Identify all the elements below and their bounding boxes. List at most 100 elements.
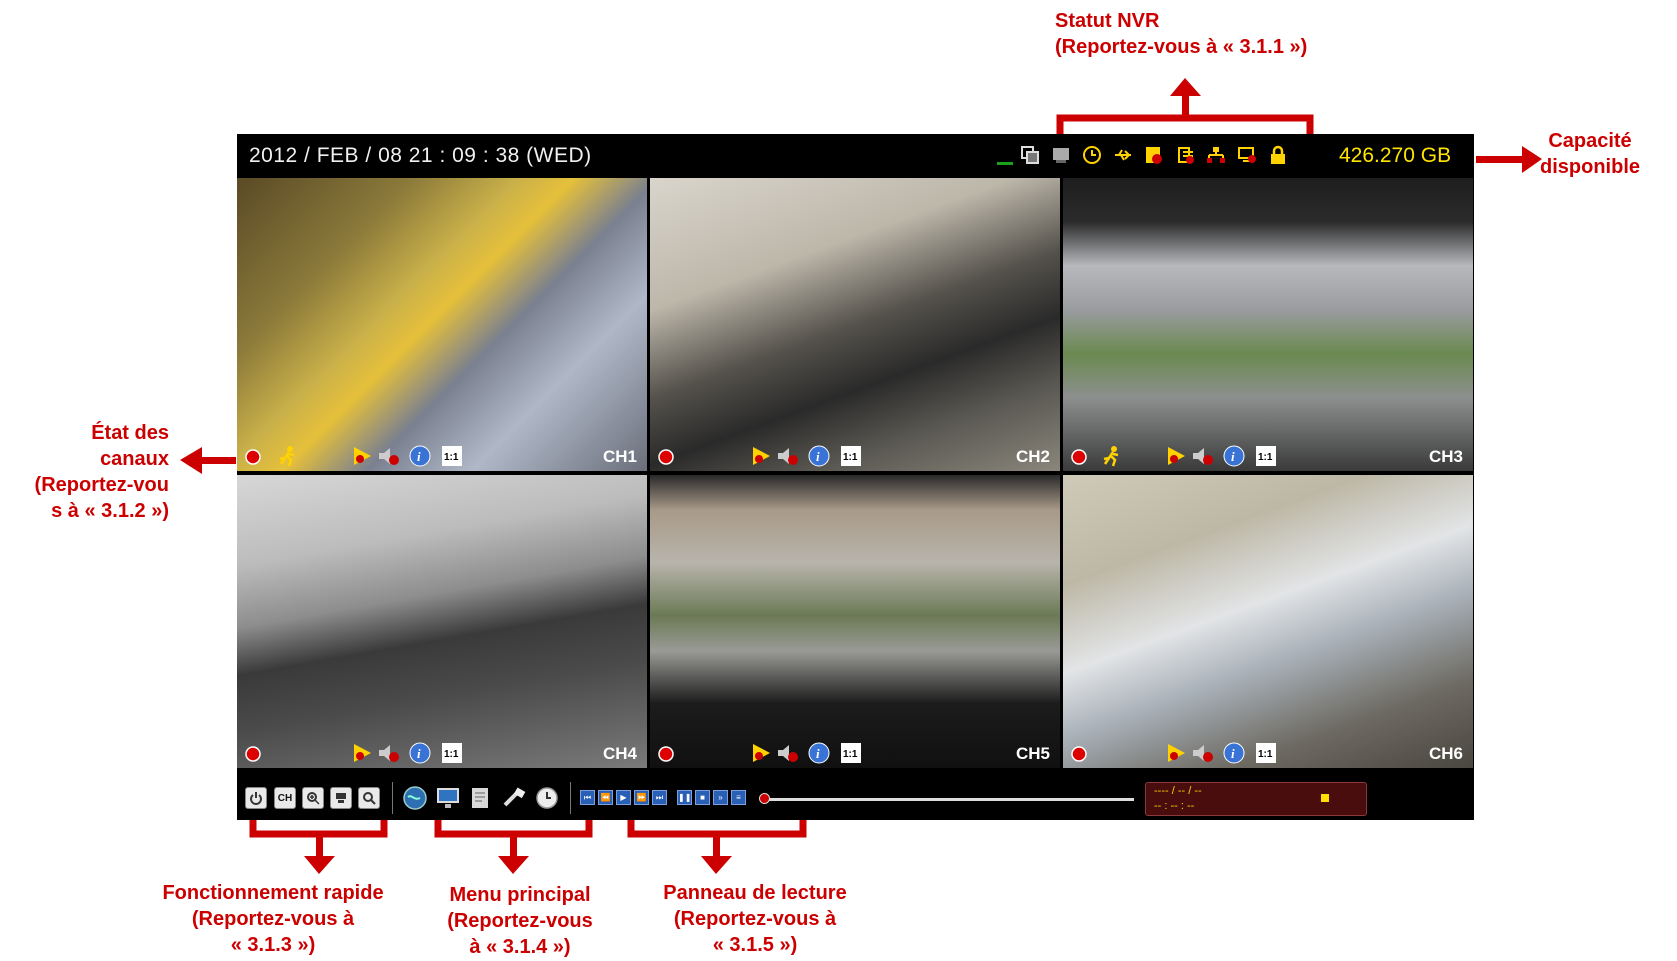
lock-icon[interactable]	[1267, 144, 1289, 166]
channel-2-view[interactable]: i 1:1 CH2	[650, 178, 1060, 471]
nvr-status-icons	[1019, 144, 1289, 166]
ratio-icon: 1:1	[841, 743, 861, 763]
slow-button[interactable]: »	[713, 790, 728, 805]
playback-time-box: ---- / -- / -- -- : -- : --	[1145, 782, 1367, 816]
camera-icon	[336, 793, 346, 803]
stop-icon: ■	[700, 793, 705, 802]
display-menu-button[interactable]	[435, 785, 461, 811]
channel-status-icons: i 1:1	[1069, 742, 1369, 764]
quick-op-arrowhead	[304, 856, 335, 874]
svg-text:1:1: 1:1	[1258, 749, 1273, 760]
slow-icon: »	[718, 793, 723, 802]
record-icon[interactable]	[1143, 144, 1165, 166]
hdd-icon[interactable]	[1050, 144, 1072, 166]
fast-forward-button[interactable]: ⏩	[634, 790, 649, 805]
annotation-capacity: Capacité disponible	[1540, 130, 1640, 178]
nvr-screen: 2012 / FEB / 08 21 : 09 : 38 (WED) 426.2…	[237, 134, 1474, 820]
info-icon: i	[1223, 445, 1245, 467]
skip-forward-icon: ⏭	[655, 793, 664, 802]
record-dot-icon	[245, 746, 261, 762]
channel-5-view[interactable]: i 1:1 CH5	[650, 475, 1060, 768]
channel-4-view[interactable]: i 1:1 CH4	[237, 475, 647, 768]
audio-icon	[778, 448, 798, 465]
search-button[interactable]	[358, 787, 380, 809]
channel-button[interactable]: CH	[274, 787, 296, 809]
channel-label: CH6	[1428, 744, 1463, 763]
audio-icon	[778, 745, 798, 762]
channel-label: CH1	[602, 447, 637, 466]
divider	[392, 782, 393, 814]
svg-text:1:1: 1:1	[444, 452, 459, 463]
power-button[interactable]	[245, 787, 267, 809]
record-menu-button[interactable]	[468, 785, 494, 811]
capacity-arrowhead	[1522, 146, 1542, 173]
pause-icon: ❚❚	[678, 793, 692, 802]
channel-label: CH3	[1428, 447, 1463, 466]
system-time-button[interactable]	[534, 785, 560, 811]
playback-arrowhead	[701, 856, 732, 874]
playback-icon	[1168, 447, 1185, 465]
info-icon: i	[1223, 742, 1245, 764]
ratio-icon: 1:1	[442, 743, 462, 763]
camera-feed-image	[237, 475, 647, 768]
main-menu-button[interactable]	[402, 785, 428, 811]
info-icon: i	[409, 445, 431, 467]
record-dot-icon	[245, 449, 261, 465]
skip-back-button[interactable]: ⏮	[580, 790, 595, 805]
tools-menu-button[interactable]	[501, 785, 527, 811]
audio-icon	[379, 448, 399, 465]
audio-icon	[379, 745, 399, 762]
pause-button[interactable]: ❚❚	[677, 790, 692, 805]
motion-icon	[1103, 446, 1119, 467]
record-dot-icon	[1071, 449, 1087, 465]
playback-icon	[753, 744, 770, 762]
network-icon[interactable]	[1174, 144, 1196, 166]
backup-icon[interactable]	[1236, 144, 1258, 166]
annotation-playback-panel: Panneau de lecture (Reportez-vous à « 3.…	[663, 882, 847, 956]
camera-feed-image	[237, 178, 647, 471]
svg-text:1:1: 1:1	[444, 749, 459, 760]
quick-search-button[interactable]: ≡	[731, 790, 746, 805]
svg-text:i: i	[816, 449, 820, 464]
ptz-button[interactable]	[330, 787, 352, 809]
zoom-icon	[307, 792, 320, 805]
globe-icon	[403, 786, 427, 810]
channel-1-view[interactable]: i 1:1 CH1	[237, 178, 647, 471]
power-icon	[250, 792, 262, 805]
svg-text:i: i	[1231, 746, 1235, 761]
playback-time: -- : -- : --	[1154, 800, 1195, 812]
audio-icon	[1193, 448, 1213, 465]
channel-6-view[interactable]: i 1:1 CH6	[1063, 475, 1473, 768]
nvr-status-arrowhead	[1170, 78, 1201, 96]
zoom-button[interactable]	[302, 787, 324, 809]
play-icon: ▶	[620, 793, 627, 802]
lan-icon[interactable]	[1205, 144, 1227, 166]
audio-icon	[1193, 745, 1213, 762]
timeline-slider-handle[interactable]	[759, 793, 770, 804]
window-icon[interactable]	[1019, 144, 1041, 166]
document-icon	[472, 788, 488, 808]
playback-icon	[354, 744, 371, 762]
motion-icon	[279, 446, 295, 467]
main-menu-arrowhead	[498, 856, 529, 874]
stop-button[interactable]: ■	[695, 790, 710, 805]
camera-feed-image	[650, 475, 1060, 768]
play-button[interactable]: ▶	[616, 790, 631, 805]
fast-forward-icon: ⏩	[636, 793, 647, 802]
skip-forward-button[interactable]: ⏭	[652, 790, 667, 805]
playback-timeline[interactable]	[764, 798, 1134, 801]
rewind-icon: ⏪	[600, 793, 611, 802]
tools-icon	[503, 787, 526, 807]
info-icon: i	[409, 742, 431, 764]
info-icon: i	[808, 445, 830, 467]
channel-3-view[interactable]: i 1:1 CH3	[1063, 178, 1473, 471]
usb-icon[interactable]	[1112, 144, 1134, 166]
record-dot-icon	[658, 746, 674, 762]
ratio-icon: 1:1	[1256, 446, 1276, 466]
channel-label: CH2	[1015, 447, 1050, 466]
rewind-button[interactable]: ⏪	[598, 790, 613, 805]
svg-text:i: i	[417, 449, 421, 464]
clock-icon[interactable]	[1081, 144, 1103, 166]
channel-status-icons: i 1:1	[656, 445, 956, 467]
playback-icon	[1168, 744, 1185, 762]
